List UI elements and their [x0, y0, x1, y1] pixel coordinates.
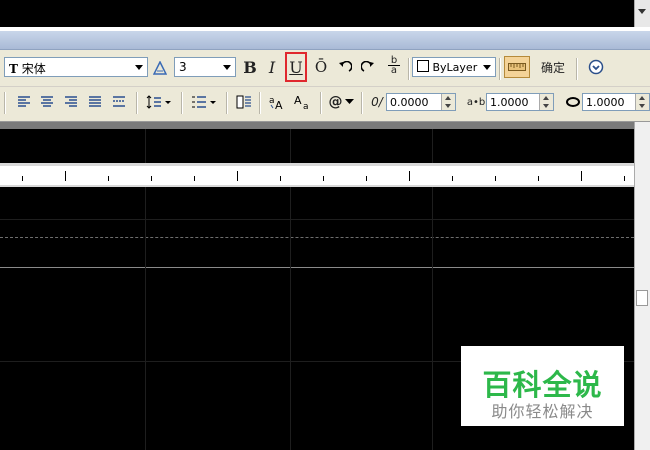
insert-field-icon[interactable] — [234, 91, 254, 113]
text-ruler[interactable] — [0, 163, 634, 187]
watermark-subtitle: 助你轻松解决 — [491, 402, 594, 421]
ruler-tick — [237, 171, 238, 181]
chevron-down-icon[interactable] — [480, 59, 494, 75]
truetype-font-icon: T — [9, 62, 18, 76]
watermark-logo: 百科全说 助你轻松解决 — [461, 346, 624, 426]
separator — [499, 58, 501, 80]
separator — [320, 92, 322, 114]
text-boundary-line — [0, 267, 634, 268]
oblique-angle-value: 0.0000 — [390, 96, 429, 109]
text-height-select[interactable]: 3 — [174, 57, 236, 77]
stack-top-label: b — [390, 54, 398, 66]
bold-button[interactable]: B — [240, 56, 260, 78]
separator — [4, 92, 6, 114]
editor-frame-border — [0, 122, 650, 129]
separator — [408, 58, 410, 80]
align-right-icon[interactable] — [61, 91, 81, 113]
justify-icon[interactable] — [85, 91, 105, 113]
ruler-tick — [65, 171, 66, 181]
oblique-angle-icon: 0/ — [371, 95, 383, 109]
overline-button[interactable]: Ō — [311, 56, 331, 78]
ruler-tick — [624, 176, 625, 181]
scroll-down-icon[interactable] — [638, 9, 646, 14]
ruler-tick — [108, 176, 109, 181]
ruler-tick — [323, 176, 324, 181]
top-scrollbar[interactable] — [634, 0, 650, 27]
align-left-icon[interactable] — [14, 91, 34, 113]
grid-line — [0, 219, 634, 220]
ruler-tick — [194, 176, 195, 181]
toolbar-row-2: aA Aa @ 0/ 0.0000 a•b 1.0000 1.0000 — [0, 86, 650, 120]
separator — [259, 92, 261, 114]
color-select-value: ByLayer — [432, 61, 478, 74]
ruler-tick — [22, 176, 23, 181]
spinner-icon[interactable] — [441, 94, 455, 110]
svg-text:a: a — [269, 96, 275, 106]
stack-button[interactable]: b a — [383, 54, 405, 76]
color-swatch — [417, 60, 429, 72]
oblique-angle-input[interactable]: 0.0000 — [386, 93, 456, 111]
font-select-value: 宋体 — [21, 62, 46, 76]
drawing-area-top[interactable] — [0, 0, 634, 27]
ruler-tick — [538, 176, 539, 181]
separator — [181, 92, 183, 114]
tracking-value: 1.0000 — [490, 96, 529, 109]
text-boundary-dashed-line — [0, 237, 634, 239]
separator — [576, 58, 578, 80]
svg-text:A: A — [294, 94, 302, 107]
tracking-input[interactable]: 1.0000 — [486, 93, 554, 111]
ruler-icon[interactable] — [504, 56, 530, 78]
width-factor-value: 1.0000 — [586, 96, 625, 109]
ruler-tick — [366, 176, 367, 181]
scrollbar-thumb[interactable] — [636, 290, 648, 306]
uppercase-icon[interactable]: aA — [266, 91, 288, 113]
ruler-tick — [452, 176, 453, 181]
text-formatting-toolbar: T 宋体 3 B I U Ō b a ByLayer 确定 a A A a @ … — [0, 50, 650, 122]
ok-button[interactable]: 确定 — [534, 56, 572, 78]
ruler-tick — [581, 171, 582, 181]
chevron-down-icon[interactable] — [220, 59, 234, 75]
vertical-scrollbar[interactable] — [634, 122, 650, 450]
undo-icon[interactable] — [335, 56, 355, 78]
options-icon[interactable] — [585, 56, 607, 78]
text-height-value: 3 — [179, 60, 187, 74]
color-select[interactable]: ByLayer — [412, 57, 496, 77]
svg-text:A: A — [275, 99, 283, 110]
underline-button[interactable]: U — [285, 52, 307, 82]
stack-bottom-label: a — [390, 64, 398, 76]
align-center-icon[interactable] — [37, 91, 57, 113]
distribute-icon[interactable] — [109, 91, 129, 113]
ruler-tick — [280, 176, 281, 181]
tracking-icon: a•b — [466, 96, 486, 108]
svg-text:a: a — [303, 102, 309, 110]
separator — [361, 92, 363, 114]
toolbar-row-1: T 宋体 3 B I U Ō b a ByLayer 确定 — [0, 52, 650, 85]
ruler-tick — [495, 176, 496, 181]
spinner-icon[interactable] — [539, 94, 553, 110]
symbol-icon: @ — [328, 94, 343, 110]
width-factor-icon — [564, 91, 582, 113]
lowercase-icon[interactable]: Aa — [291, 91, 313, 113]
spinner-icon[interactable] — [635, 94, 649, 110]
width-factor-input[interactable]: 1.0000 — [582, 93, 650, 111]
separator — [226, 92, 228, 114]
numbering-icon[interactable] — [189, 91, 219, 113]
ruler-tick — [151, 176, 152, 181]
text-editor-title-bar[interactable] — [0, 31, 650, 50]
redo-icon[interactable] — [358, 56, 378, 78]
ruler-tick — [409, 171, 410, 181]
annotative-icon[interactable] — [150, 57, 170, 79]
symbol-button[interactable]: @ — [327, 91, 355, 113]
separator — [136, 92, 138, 114]
font-select[interactable]: T 宋体 — [4, 57, 148, 77]
italic-button[interactable]: I — [262, 56, 282, 78]
chevron-down-icon[interactable] — [132, 59, 146, 75]
line-spacing-icon[interactable] — [144, 91, 174, 113]
